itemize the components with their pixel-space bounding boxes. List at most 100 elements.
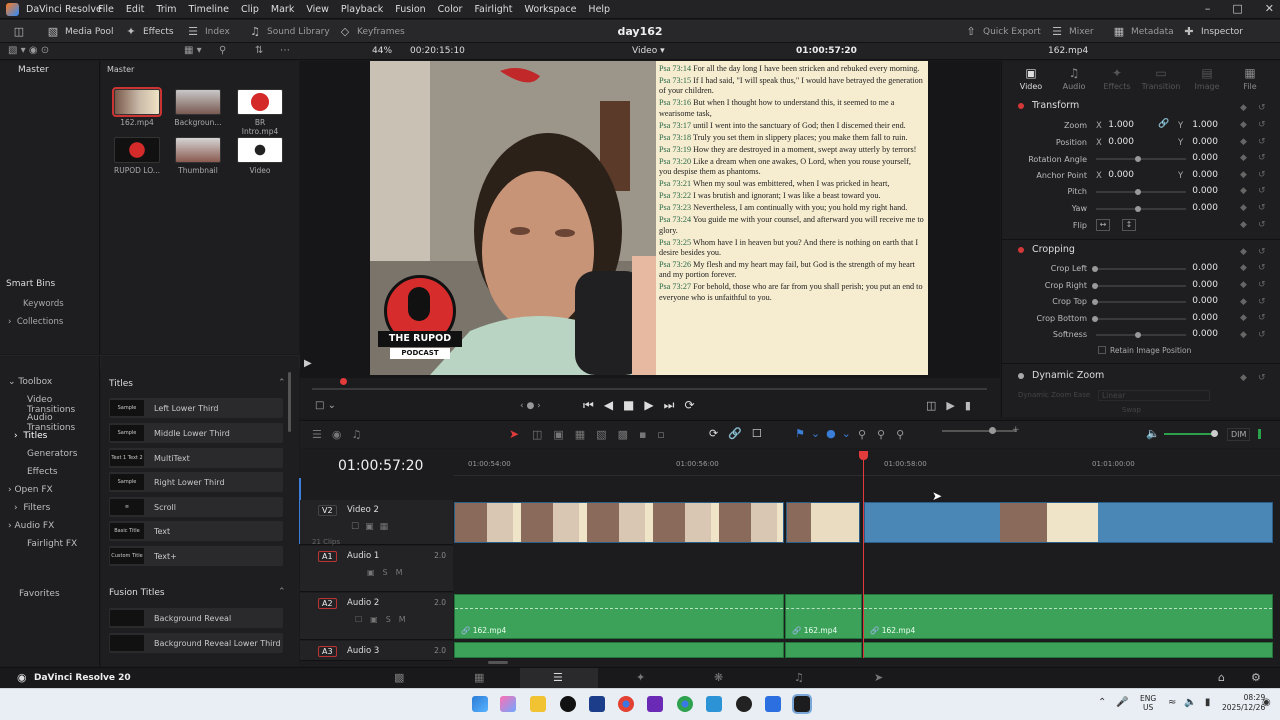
transform-section[interactable]: Transform bbox=[1018, 100, 1079, 111]
network-volume-battery-icons[interactable]: ≈🔈▮ bbox=[1168, 697, 1218, 708]
quick-export-button[interactable]: ⇧ Quick Export bbox=[964, 25, 1040, 38]
snapping-link-lock-icons[interactable]: ⟳🔗☐ bbox=[709, 427, 772, 440]
reset-icon[interactable]: ↺ bbox=[1258, 330, 1266, 340]
anchor-x-value[interactable]: 0.000 bbox=[1102, 170, 1134, 180]
position-y-value[interactable]: 0.000 bbox=[1186, 137, 1218, 147]
tree-audio-fx[interactable]: › Audio FX bbox=[8, 521, 54, 531]
tray-icons[interactable]: ⌃🎤 bbox=[1098, 697, 1139, 708]
audio-clip[interactable] bbox=[454, 642, 784, 658]
tree-fairlight-fx[interactable]: Fairlight FX bbox=[27, 539, 77, 549]
yaw-value[interactable]: 0.000 bbox=[1186, 203, 1218, 213]
rotation-slider[interactable] bbox=[1096, 158, 1186, 160]
reset-icon[interactable]: ↺ bbox=[1258, 373, 1266, 383]
rotation-knob[interactable] bbox=[1135, 156, 1141, 162]
cropping-section[interactable]: Cropping bbox=[1018, 244, 1075, 255]
keyframe-icon[interactable]: ◆ bbox=[1240, 297, 1247, 307]
reset-icon[interactable]: ↺ bbox=[1258, 153, 1266, 163]
menu-workspace[interactable]: Workspace bbox=[524, 4, 576, 15]
menu-file[interactable]: File bbox=[98, 4, 114, 15]
settings-icon[interactable]: ⚙ bbox=[1251, 671, 1261, 684]
crop-slider[interactable] bbox=[1096, 301, 1186, 304]
selection-tool-icon[interactable]: ➤ bbox=[509, 427, 519, 441]
keyframe-icon[interactable]: ◆ bbox=[1240, 120, 1247, 130]
menu-timeline[interactable]: Timeline bbox=[189, 4, 229, 15]
fusion-title-background-reveal-lower-third[interactable]: Background Reveal Lower Third bbox=[109, 633, 283, 653]
titles-scrollbar[interactable] bbox=[288, 372, 291, 432]
keyframe-icon[interactable]: ◆ bbox=[1240, 203, 1247, 213]
track-controls-icons[interactable]: ▣SM bbox=[367, 568, 411, 577]
app-icon[interactable] bbox=[589, 696, 605, 712]
audio-clip[interactable] bbox=[863, 642, 1273, 658]
yaw-knob[interactable] bbox=[1135, 206, 1141, 212]
more-options-icon[interactable]: ⋯ bbox=[280, 45, 290, 56]
page-fusion-icon[interactable]: ✦ bbox=[636, 671, 645, 684]
app-icon[interactable] bbox=[647, 696, 663, 712]
app-icon[interactable] bbox=[765, 696, 781, 712]
video-clip[interactable] bbox=[454, 502, 784, 543]
tab-video[interactable]: ▣ Video bbox=[1009, 66, 1053, 91]
pitch-slider[interactable] bbox=[1096, 191, 1186, 193]
title-text[interactable]: Basic Title Text bbox=[109, 521, 283, 541]
master-volume-slider[interactable] bbox=[1164, 433, 1214, 435]
match-frame-controls[interactable]: ◫▶▮ bbox=[926, 399, 981, 412]
reset-icon[interactable]: ↺ bbox=[1258, 313, 1266, 323]
dim-button[interactable]: DIM bbox=[1227, 428, 1251, 441]
effects-button[interactable]: ✦ Effects bbox=[124, 25, 173, 38]
retain-checkbox[interactable] bbox=[1098, 346, 1106, 354]
track-header-a2[interactable]: A2 Audio 2 2.0 ☐▣SM bbox=[300, 593, 453, 640]
crop-slider[interactable] bbox=[1096, 284, 1186, 287]
app-icon[interactable] bbox=[560, 696, 576, 712]
go-to-start-icon[interactable]: ⏮ bbox=[583, 398, 604, 412]
keyframe-icon[interactable]: ◆ bbox=[1240, 247, 1247, 257]
davinci-resolve-icon[interactable] bbox=[792, 694, 812, 714]
mixer-button[interactable]: ☰ Mixer bbox=[1050, 25, 1094, 38]
video-clip[interactable] bbox=[864, 502, 1273, 543]
pitch-knob[interactable] bbox=[1135, 189, 1141, 195]
reset-icon[interactable]: ↺ bbox=[1258, 170, 1266, 180]
page-cut-icon[interactable]: ▦ bbox=[474, 671, 484, 684]
track-controls-icons[interactable]: ☐▣SM bbox=[355, 615, 414, 624]
bin-master[interactable]: Master bbox=[18, 65, 49, 75]
keyframe-icon[interactable]: ◆ bbox=[1240, 137, 1247, 147]
play-icon[interactable]: ▶ bbox=[644, 398, 663, 412]
media-clip[interactable]: Backgroun... bbox=[174, 89, 222, 127]
media-clip[interactable]: Thumbnail bbox=[174, 137, 222, 175]
tree-audio-transitions[interactable]: Audio Transitions bbox=[27, 413, 99, 433]
collapse-fusion-icon[interactable]: ⌃ bbox=[278, 587, 286, 597]
timeline-horizontal-scrollbar[interactable] bbox=[488, 661, 508, 664]
tree-effects[interactable]: Effects bbox=[27, 467, 58, 477]
reset-icon[interactable]: ↺ bbox=[1258, 280, 1266, 290]
menu-playback[interactable]: Playback bbox=[341, 4, 383, 15]
zoom-mode-icons[interactable]: ⚲⚲⚲ bbox=[858, 428, 915, 441]
tree-open-fx[interactable]: › Open FX bbox=[8, 485, 53, 495]
media-pool-button[interactable]: ▧ Media Pool bbox=[46, 25, 114, 38]
edit-tools-icons[interactable]: ◫▣▦▧▩▪▫ bbox=[532, 428, 676, 441]
stop-icon[interactable]: ■ bbox=[623, 398, 644, 412]
page-media-icon[interactable]: ▩ bbox=[394, 671, 404, 684]
enable-dot-icon[interactable] bbox=[1018, 102, 1024, 109]
menu-mark[interactable]: Mark bbox=[271, 4, 294, 15]
title-left-lower-third[interactable]: Sample Left Lower Third bbox=[109, 398, 283, 418]
menu-clip[interactable]: Clip bbox=[241, 4, 259, 15]
notifications-icon[interactable]: ◉ bbox=[1262, 697, 1271, 708]
media-clip[interactable]: BR Intro.mp4 bbox=[236, 89, 284, 136]
crop-value[interactable]: 0.000 bbox=[1186, 296, 1218, 306]
index-button[interactable]: ☰ Index bbox=[186, 25, 230, 38]
sound-library-button[interactable]: ♫ Sound Library bbox=[248, 25, 330, 38]
loop-icon[interactable]: ⟳ bbox=[684, 398, 704, 412]
tab-image[interactable]: ▤ Image bbox=[1185, 66, 1229, 91]
page-deliver-icon[interactable]: ➤ bbox=[874, 671, 883, 684]
media-clip[interactable]: Video bbox=[236, 137, 284, 175]
keyframe-icon[interactable]: ◆ bbox=[1240, 280, 1247, 290]
timeline-view-options-icon[interactable]: ☰◉♫ bbox=[312, 428, 371, 441]
reset-icon[interactable]: ↺ bbox=[1258, 203, 1266, 213]
crop-slider[interactable] bbox=[1096, 268, 1186, 270]
enable-dot-icon[interactable] bbox=[1018, 372, 1024, 379]
maximize-icon[interactable]: □ bbox=[1232, 2, 1242, 15]
file-explorer-icon[interactable] bbox=[530, 696, 546, 712]
keyframe-icon[interactable]: ◆ bbox=[1240, 263, 1247, 273]
copilot-icon[interactable] bbox=[500, 696, 516, 712]
close-icon[interactable]: ✕ bbox=[1265, 2, 1274, 15]
collapse-icon[interactable]: ⌃ bbox=[278, 378, 286, 388]
menu-help[interactable]: Help bbox=[588, 4, 610, 15]
